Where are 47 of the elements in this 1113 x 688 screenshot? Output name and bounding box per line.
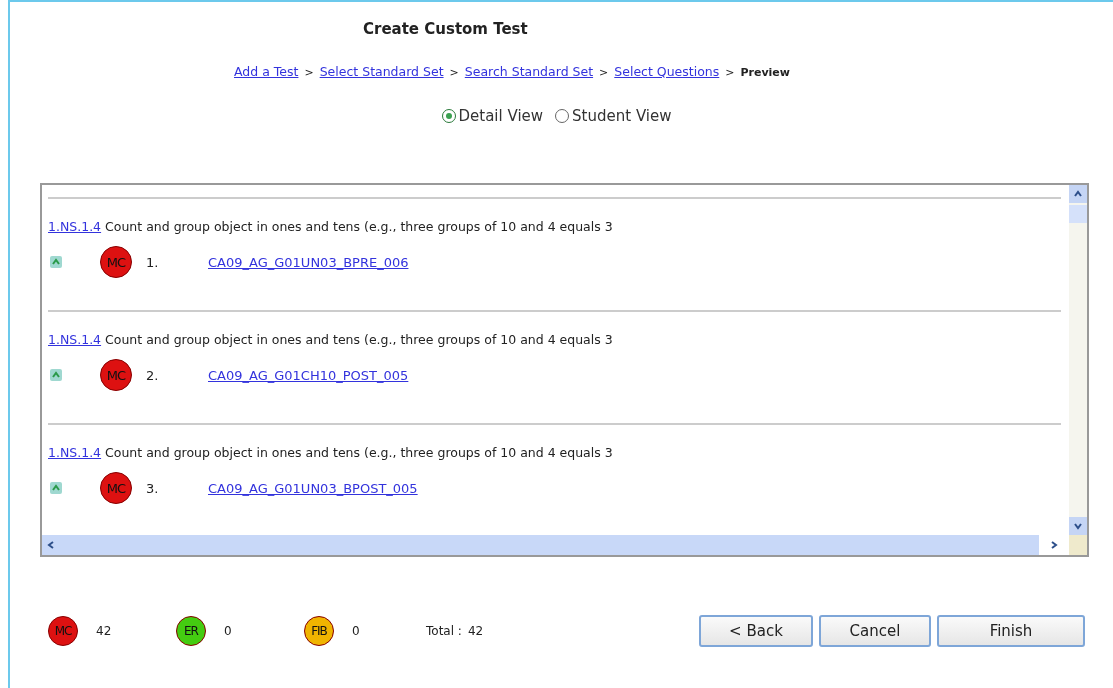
question-link[interactable]: CA09_AG_G01UN03_BPRE_006: [208, 254, 409, 270]
type-count: 0: [223, 624, 233, 638]
breadcrumb-separator: >: [304, 66, 314, 79]
standard-description: 1.NS.1.4 Count and group object in ones and tens (e.g., three groups of 10 and 4 equals 3: [48, 219, 614, 234]
footer-button[interactable]: Finish: [937, 615, 1085, 647]
scroll-down-icon[interactable]: [1073, 521, 1083, 531]
horizontal-scrollbar[interactable]: [42, 535, 1039, 555]
total-value: 42: [467, 624, 484, 638]
type-badge: ER: [176, 616, 206, 646]
footer-button[interactable]: Cancel: [819, 615, 931, 647]
question-number: 2.: [146, 367, 160, 383]
question-link[interactable]: CA09_AG_G01CH10_POST_005: [208, 367, 409, 383]
question-link[interactable]: CA09_AG_G01UN03_BPOST_005: [208, 480, 418, 496]
breadcrumb-separator: >: [725, 66, 735, 79]
radio-label: Student View: [572, 107, 672, 125]
type-badge: MC: [100, 472, 132, 504]
page-title: Create Custom Test: [363, 20, 529, 38]
vertical-scrollbar[interactable]: [1069, 185, 1087, 535]
total-label: Total :: [426, 624, 462, 638]
breadcrumb-separator: >: [599, 66, 609, 79]
scrollbar-corner: [1069, 535, 1087, 555]
question-number: 1.: [146, 254, 160, 270]
breadcrumb-link[interactable]: Add a Test: [234, 64, 299, 79]
breadcrumb-link[interactable]: Search Standard Set: [464, 64, 594, 79]
type-badge: FIB: [304, 616, 334, 646]
standard-description: 1.NS.1.4 Count and group object in ones and tens (e.g., three groups of 10 and 4 equals 3: [48, 332, 614, 347]
breadcrumb-link[interactable]: Select Standard Set: [319, 64, 444, 79]
scroll-up-icon[interactable]: [1073, 189, 1083, 199]
breadcrumb-link[interactable]: Select Questions: [614, 64, 720, 79]
scroll-right-icon[interactable]: [1049, 540, 1059, 550]
type-badge: MC: [100, 359, 132, 391]
type-count: 42: [95, 624, 113, 638]
standard-link[interactable]: 1.NS.1.4: [48, 445, 102, 460]
radio-button[interactable]: [555, 109, 570, 123]
radio-label: Detail View: [458, 107, 544, 125]
footer-button[interactable]: < Back: [699, 615, 813, 647]
breadcrumb-current: Preview: [740, 66, 790, 79]
type-badge: MC: [48, 616, 78, 646]
scroll-thumb[interactable]: [1069, 205, 1087, 223]
standard-description: 1.NS.1.4 Count and group object in ones and tens (e.g., three groups of 10 and 4 equals 3: [48, 445, 614, 460]
standard-link[interactable]: 1.NS.1.4: [48, 332, 102, 347]
type-badge: MC: [100, 246, 132, 278]
question-number: 3.: [146, 480, 160, 496]
standard-link[interactable]: 1.NS.1.4: [48, 219, 102, 234]
scroll-left-icon[interactable]: [46, 540, 56, 550]
breadcrumb-separator: >: [449, 66, 459, 79]
radio-button[interactable]: [441, 109, 456, 123]
